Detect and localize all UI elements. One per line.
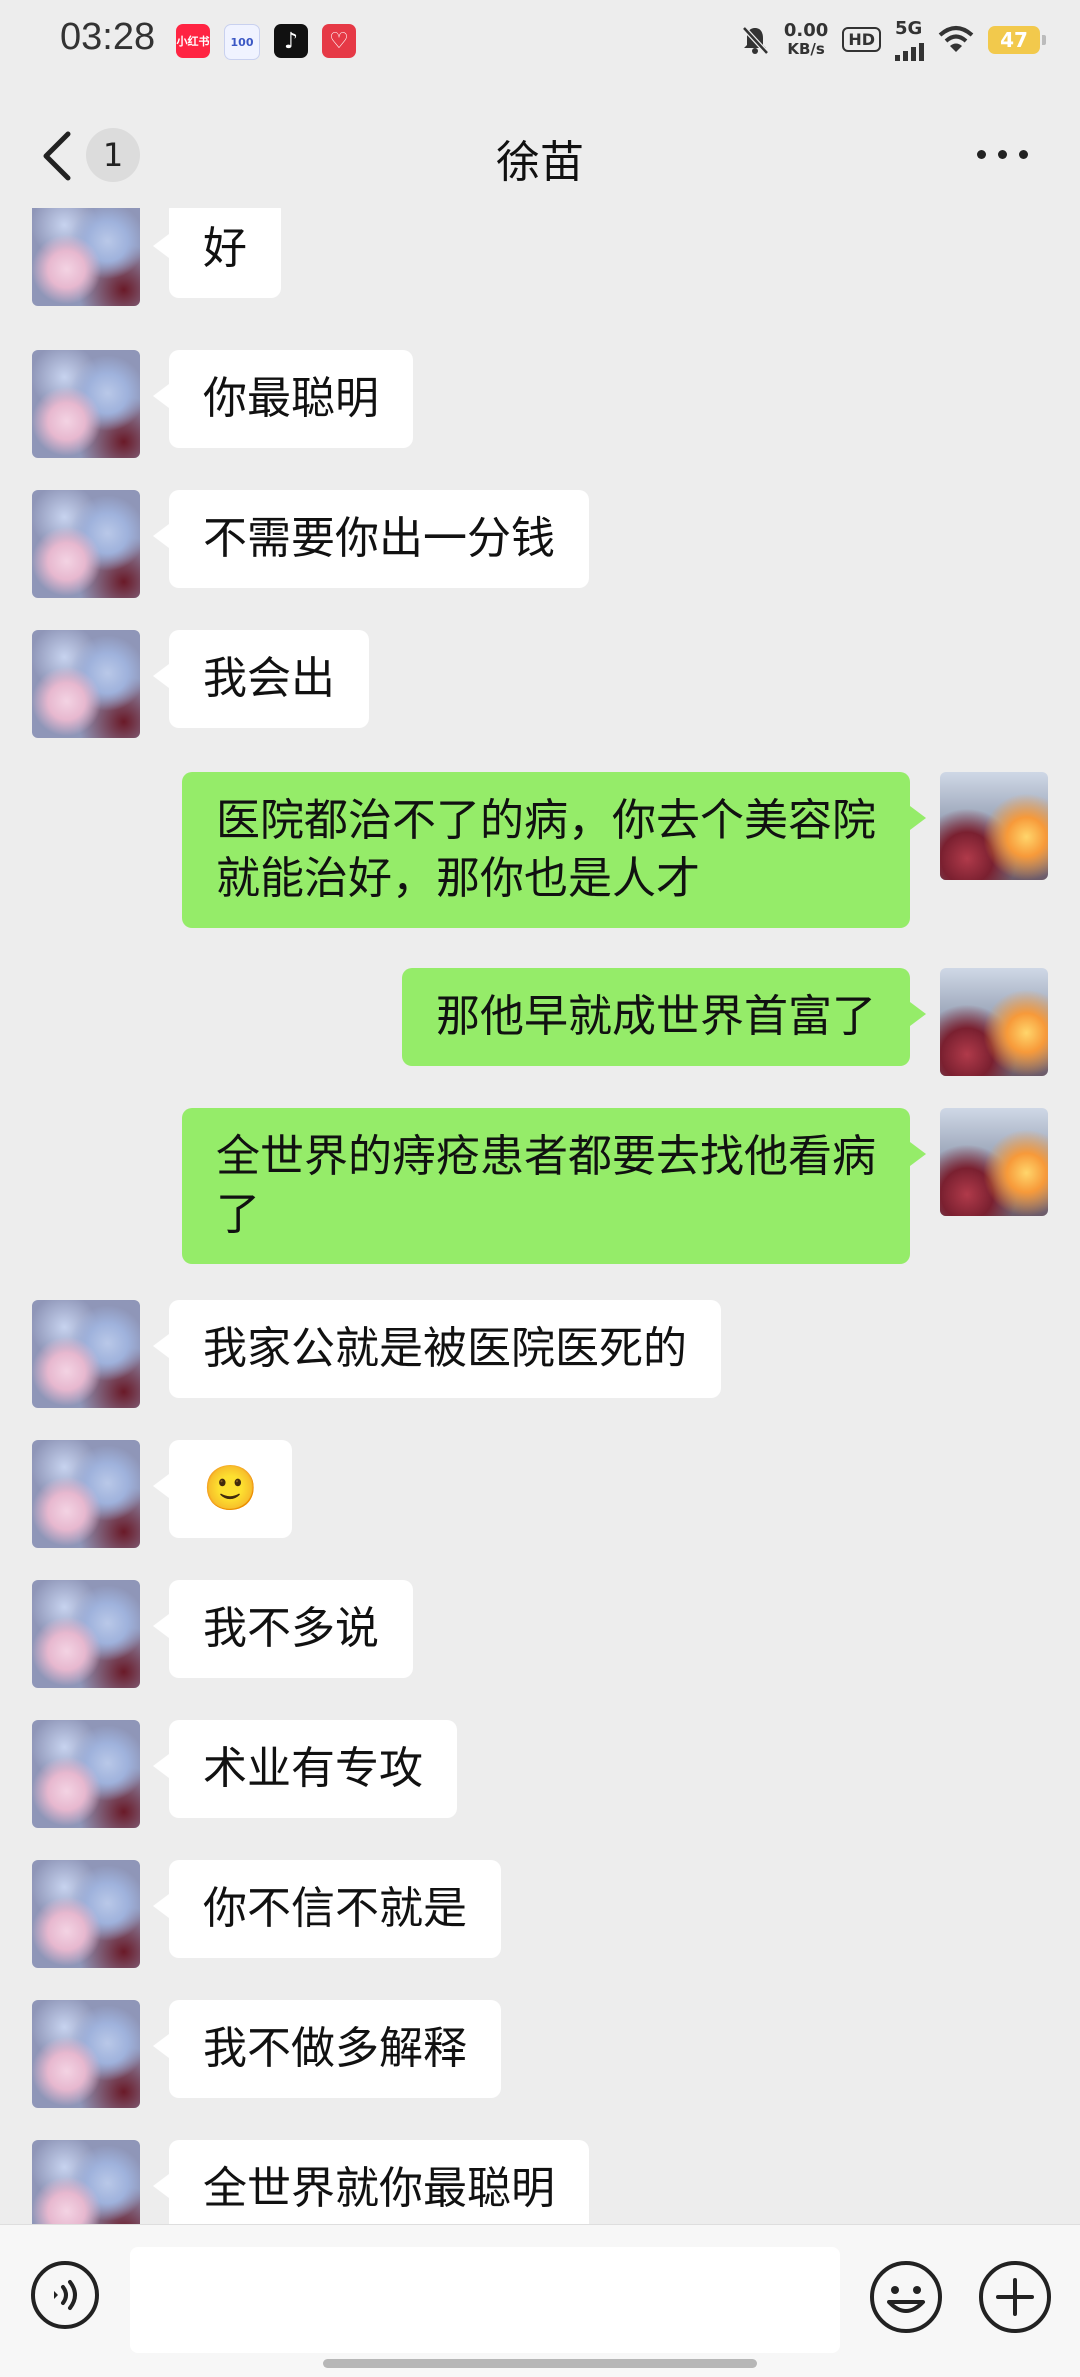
my-avatar[interactable] [940,1108,1048,1216]
voice-icon [31,2261,99,2329]
status-time: 03:28 [60,16,156,58]
contact-avatar[interactable] [32,208,140,306]
health-app-icon: ♡ [322,24,356,58]
contact-avatar[interactable] [32,2140,140,2224]
mute-bell-icon [742,25,769,55]
wifi-icon [938,25,974,52]
notification-apps: 小红书 100 ♪ ♡ [176,24,356,60]
message-bubble[interactable]: 那他早就成世界首富了 [402,968,926,1066]
message-bubble[interactable]: 你最聪明 [153,350,413,448]
input-bar [0,2224,1080,2377]
message-bubble[interactable]: 我家公就是被医院医死的 [153,1300,721,1398]
contact-avatar[interactable] [32,1440,140,1548]
status-indicators: 0.00 KB/s HD 5G 47 [740,18,1046,61]
emoji-button[interactable] [869,2260,943,2334]
voice-button[interactable] [30,2260,100,2330]
xiaohongshu-icon: 小红书 [176,24,210,58]
net-speed-unit: KB/s [787,39,825,58]
more-button[interactable] [977,150,1028,159]
plus-icon [979,2261,1051,2333]
page-title: 徐苗 [496,137,584,188]
home-indicator[interactable] [323,2359,757,2368]
hd-badge: HD [842,27,881,52]
my-avatar[interactable] [940,968,1048,1076]
message-bubble[interactable]: 我不多说 [153,1580,413,1678]
message-bubble[interactable]: 术业有专攻 [153,1720,457,1818]
signal-indicator: 5G [895,18,924,61]
contact-avatar[interactable] [32,1300,140,1408]
contact-avatar[interactable] [32,490,140,598]
tiktok-icon: ♪ [274,24,308,58]
message-bubble[interactable]: 全世界的痔疮患者都要去找他看病 了 [182,1108,926,1264]
message-bubble[interactable]: 我不做多解释 [153,2000,501,2098]
message-bubble[interactable]: 🙂 [153,1440,292,1538]
my-avatar[interactable] [940,772,1048,880]
contact-avatar[interactable] [32,1580,140,1688]
contact-avatar[interactable] [32,350,140,458]
more-dots-icon [977,150,986,159]
message-input[interactable] [130,2247,840,2353]
network-type: 5G [895,18,923,39]
net-speed-value: 0.00 [783,19,829,41]
message-bubble[interactable]: 医院都治不了的病，你去个美容院 就能治好，那你也是人才 [182,772,926,928]
chat-list[interactable]: 好 你最聪明 不需要你出一分钱 我会出 医院都治不了的病，你去个美容院 就能治好… [0,208,1080,2224]
signal-bars-icon [895,39,924,61]
contact-avatar[interactable] [32,1860,140,1968]
chat-header: 1 徐苗 [0,110,1080,198]
message-bubble[interactable]: 不需要你出一分钱 [153,490,589,588]
message-bubble[interactable]: 全世界就你最聪明 [153,2140,589,2224]
contact-avatar[interactable] [32,2000,140,2108]
status-bar: 03:28 小红书 100 ♪ ♡ 0.00 KB/s HD 5G 47 [0,0,1080,86]
battery-icon: 47 [988,25,1046,54]
message-bubble[interactable]: 你不信不就是 [153,1860,501,1958]
more-options-button[interactable] [978,2260,1052,2334]
contact-avatar[interactable] [32,1720,140,1828]
message-bubble[interactable]: 我会出 [153,630,369,728]
emoji-icon [870,2261,942,2333]
message-bubble[interactable]: 好 [153,208,281,298]
app-100-icon: 100 [224,24,260,60]
net-speed: 0.00 KB/s [783,19,829,58]
contact-avatar[interactable] [32,630,140,738]
